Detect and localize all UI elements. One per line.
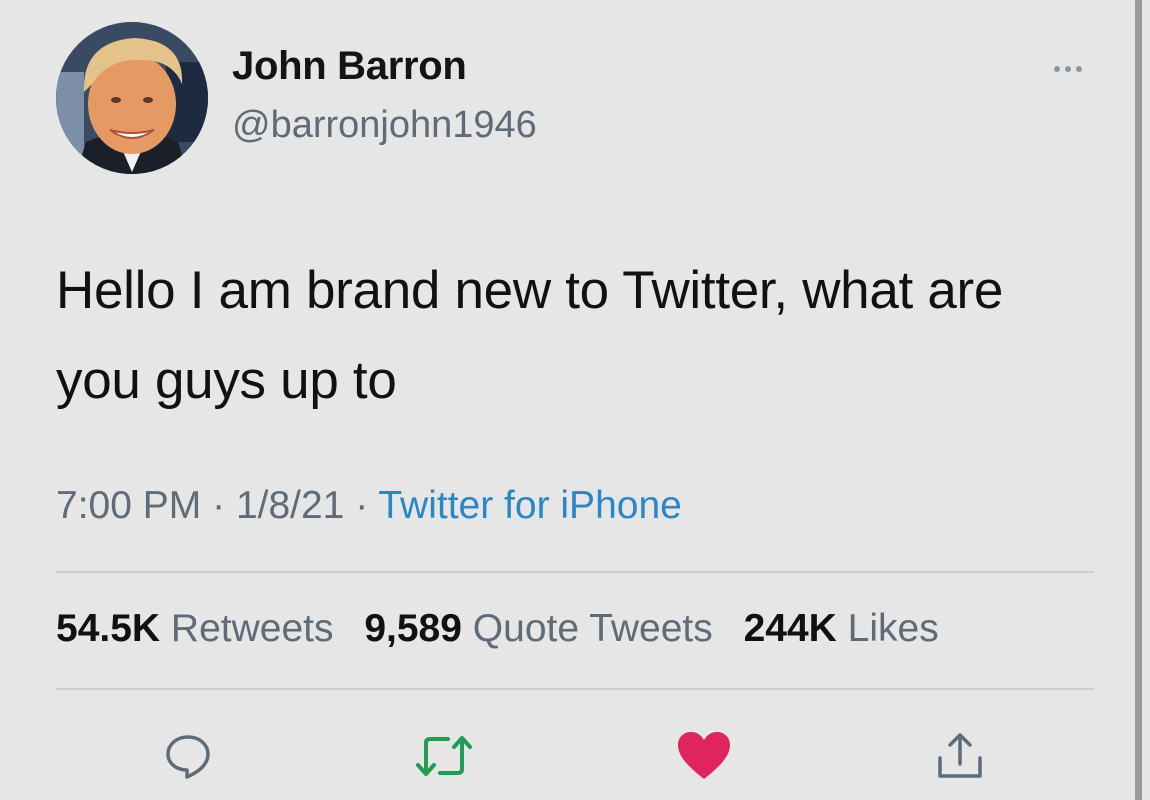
share-icon — [938, 733, 982, 778]
more-icon-dot — [1076, 66, 1082, 72]
retweets-count: 54.5K — [56, 607, 161, 650]
author-avatar[interactable] — [56, 22, 208, 174]
tweet-text: Hello I am brand new to Twitter, what ar… — [56, 261, 1004, 410]
quote-tweets-count: 9,589 — [364, 607, 462, 650]
author-handle[interactable]: @barronjohn1946 — [232, 104, 537, 147]
tweet-meta: 7:00 PM · 1/8/21 · Twitter for iPhone — [56, 484, 682, 528]
tweet-time: 7:00 PM — [56, 484, 202, 527]
retweets-label: Retweets — [170, 607, 334, 650]
window-edge — [1135, 0, 1142, 800]
heart-icon — [678, 732, 730, 779]
like-button[interactable] — [674, 726, 734, 786]
speech-bubble-icon — [166, 735, 210, 779]
avatar-photo — [56, 22, 208, 174]
more-icon-dot — [1065, 66, 1071, 72]
more-icon — [1054, 66, 1060, 72]
reply-button[interactable] — [158, 726, 218, 786]
retweet-button[interactable] — [414, 726, 474, 786]
share-button[interactable] — [930, 726, 990, 786]
likes-stat[interactable]: 244K Likes — [744, 607, 939, 650]
divider — [56, 688, 1094, 690]
retweets-stat[interactable]: 54.5K Retweets — [56, 607, 334, 650]
quote-tweets-label: Quote Tweets — [472, 607, 713, 650]
tweet-source-link[interactable]: Twitter for iPhone — [378, 484, 681, 527]
divider — [56, 571, 1094, 573]
likes-label: Likes — [847, 607, 939, 650]
tweet-card: John Barron @barronjohn1946 Hello I am b… — [0, 0, 1140, 800]
likes-count: 244K — [743, 607, 837, 650]
quote-tweets-stat[interactable]: 9,589 Quote Tweets — [364, 607, 712, 650]
retweet-icon — [416, 736, 472, 776]
meta-separator: · — [212, 484, 226, 527]
tweet-date: 1/8/21 — [235, 484, 345, 527]
more-options-button[interactable] — [1044, 56, 1092, 82]
tweet-stats: 54.5K Retweets 9,589 Quote Tweets 244K L… — [56, 607, 959, 651]
author-name[interactable]: John Barron — [232, 44, 467, 89]
meta-separator: · — [355, 484, 369, 527]
